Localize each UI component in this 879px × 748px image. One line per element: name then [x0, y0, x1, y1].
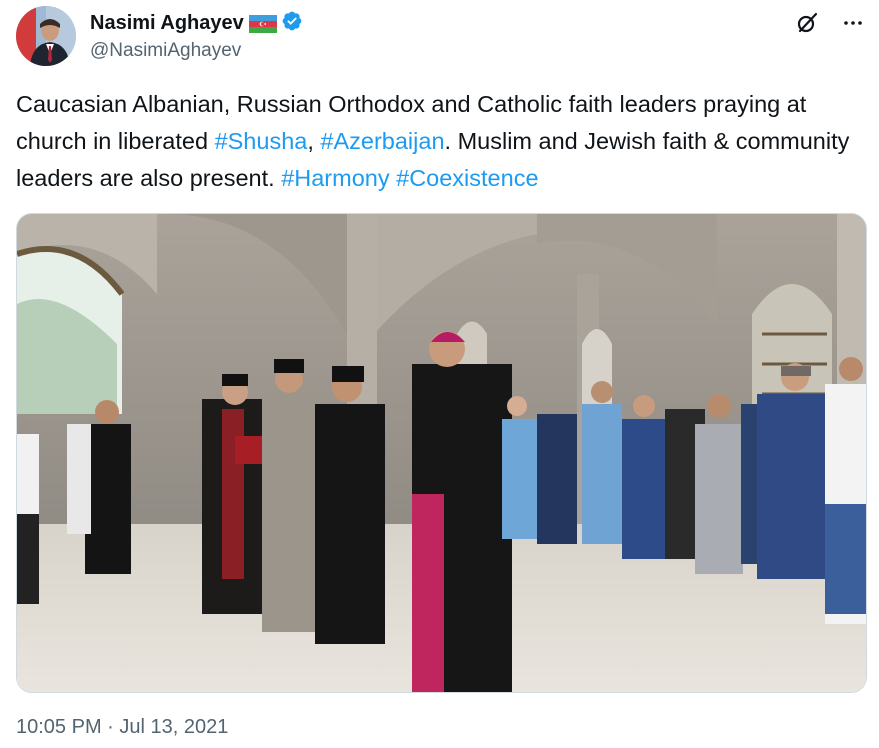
- tweet-header: Nasimi Aghayev @NasimiAghayev: [16, 6, 866, 70]
- hashtag-link[interactable]: #Harmony: [281, 165, 389, 191]
- hashtag-link[interactable]: #Shusha: [215, 128, 308, 154]
- tweet-time[interactable]: 10:05 PM: [16, 716, 102, 738]
- author-handle[interactable]: @NasimiAghayev: [90, 40, 241, 62]
- author-name-row: Nasimi Aghayev: [90, 10, 303, 37]
- tweet-text-separator: ,: [307, 128, 321, 154]
- timestamp-separator: ·: [101, 716, 120, 738]
- header-actions: [794, 10, 866, 36]
- avatar[interactable]: [16, 6, 76, 66]
- verified-badge-icon: [281, 10, 303, 37]
- hashtag-link[interactable]: #Azerbaijan: [320, 128, 444, 154]
- grok-icon[interactable]: [794, 10, 820, 36]
- tweet-date[interactable]: Jul 13, 2021: [119, 716, 228, 738]
- hashtag-link[interactable]: #Coexistence: [396, 165, 538, 191]
- more-icon[interactable]: [840, 10, 866, 36]
- tweet-photo[interactable]: [16, 213, 867, 693]
- azerbaijan-flag-icon: [248, 14, 277, 33]
- author-name[interactable]: Nasimi Aghayev: [90, 12, 244, 35]
- tweet-timestamp: 10:05 PM · Jul 13, 2021: [16, 716, 228, 739]
- tweet-text: Caucasian Albanian, Russian Orthodox and…: [16, 86, 866, 197]
